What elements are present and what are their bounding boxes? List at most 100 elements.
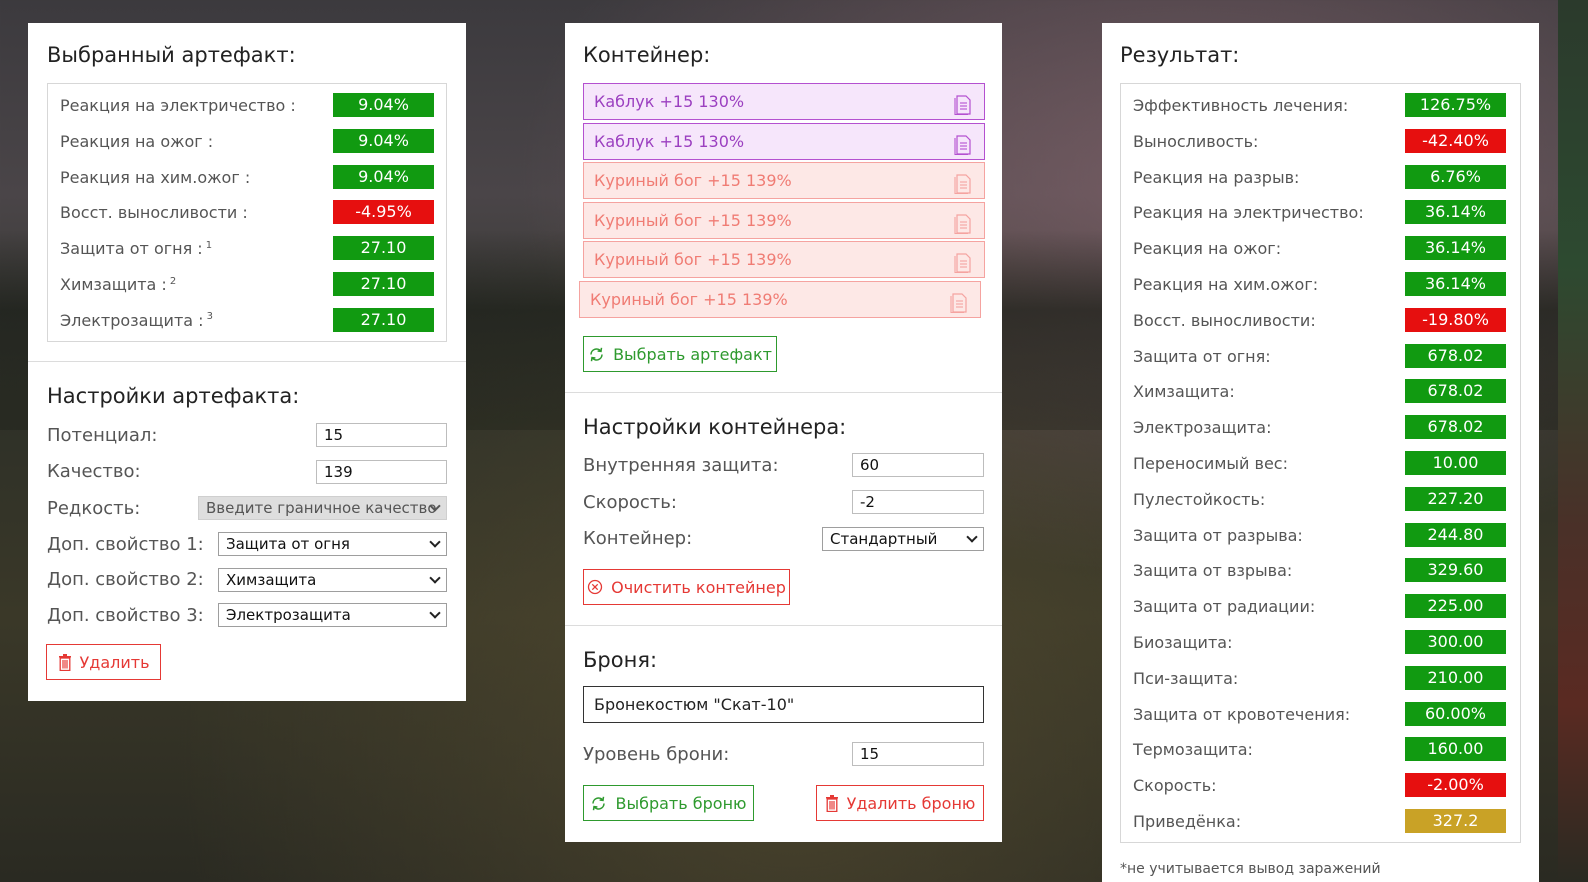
stat-label: Термозащита: bbox=[1133, 740, 1253, 759]
document-icon bbox=[954, 134, 971, 155]
selected-artifact-title: Выбранный артефакт: bbox=[47, 43, 296, 67]
stat-label: Восст. выносливости : bbox=[60, 203, 248, 222]
container-type-select[interactable]: Стандартный bbox=[822, 527, 984, 551]
stat-label: Защита от кровотечения: bbox=[1133, 705, 1350, 724]
divider bbox=[28, 361, 466, 362]
stat-row: Реакция на электричество : 9.04% bbox=[48, 93, 446, 117]
extra-property-2-select[interactable]: Химзащита bbox=[218, 568, 447, 592]
delete-artifact-button[interactable]: Удалить bbox=[46, 644, 161, 680]
stat-value: 329.60 bbox=[1405, 558, 1506, 583]
stat-label-text: Реакция на ожог : bbox=[60, 131, 214, 151]
document-icon bbox=[954, 213, 971, 234]
container-type-label: Контейнер: bbox=[583, 528, 693, 549]
refresh-icon bbox=[590, 347, 603, 361]
refresh-icon bbox=[592, 796, 606, 810]
armor-name: Бронекостюм "Скат-10" bbox=[594, 695, 795, 714]
container-slot-label: Куриный бог +15 139% bbox=[594, 250, 792, 269]
select-artifact-label: Выбрать артефакт bbox=[613, 344, 772, 364]
stat-value: -42.40% bbox=[1405, 128, 1506, 153]
stat-row: Эффективность лечения: 126.75% bbox=[1121, 93, 1520, 117]
stat-label-text: Химзащита: bbox=[1133, 382, 1235, 402]
stat-value: 244.80 bbox=[1405, 522, 1506, 547]
slot-info-button[interactable] bbox=[950, 290, 968, 325]
stat-label-text: Термозащита: bbox=[1133, 740, 1253, 760]
stat-label: Химзащита :2 bbox=[60, 275, 176, 294]
stat-label: Скорость: bbox=[1133, 776, 1217, 795]
stat-label: Пулестойкость: bbox=[1133, 490, 1265, 509]
delete-armor-button[interactable]: Удалить броню bbox=[816, 785, 984, 821]
extra-property-3-select[interactable]: Электрозащита bbox=[218, 603, 447, 627]
stat-label: Переносимый вес: bbox=[1133, 454, 1288, 473]
document-icon bbox=[954, 95, 971, 116]
document-icon bbox=[954, 253, 971, 274]
inner-protection-input[interactable] bbox=[852, 453, 984, 477]
trash-icon bbox=[58, 653, 71, 671]
select-armor-button[interactable]: Выбрать броню bbox=[583, 785, 754, 821]
rarity-select: Введите граничное качество bbox=[198, 496, 447, 520]
armor-name-field[interactable]: Бронекостюм "Скат-10" bbox=[583, 686, 984, 723]
result-panel: Результат: Эффективность лечения: 126.75%… bbox=[1102, 23, 1539, 882]
container-slot[interactable]: Куриный бог +15 139% bbox=[583, 241, 985, 278]
container-title: Контейнер: bbox=[583, 43, 711, 67]
stat-row: Восст. выносливости : -4.95% bbox=[48, 200, 446, 225]
stat-value: 9.04% bbox=[333, 128, 434, 153]
chevron-down-icon bbox=[429, 572, 441, 584]
stat-value: 36.14% bbox=[1405, 272, 1506, 296]
stat-label: Реакция на разрыв: bbox=[1133, 168, 1299, 187]
result-title: Результат: bbox=[1120, 43, 1240, 67]
extra-property-2-label: Доп. свойство 2: bbox=[47, 569, 204, 590]
stat-label-text: Пси-защита: bbox=[1133, 668, 1239, 688]
stat-value: 9.04% bbox=[333, 164, 434, 189]
stat-label-text: Защита от кровотечения: bbox=[1133, 704, 1351, 724]
potential-label: Потенциал: bbox=[47, 425, 158, 446]
select-artifact-button[interactable]: Выбрать артефакт bbox=[583, 336, 777, 372]
stat-label: Реакция на электричество: bbox=[1133, 203, 1364, 222]
stat-row: Реакция на ожог : 9.04% bbox=[48, 128, 446, 153]
stat-row: Пси-защита: 210.00 bbox=[1121, 665, 1520, 690]
extra-property-1-select[interactable]: Защита от огня bbox=[218, 532, 447, 556]
stat-value: -2.00% bbox=[1405, 773, 1506, 798]
chevron-down-icon bbox=[966, 531, 978, 543]
container-slot[interactable]: Каблук +15 130% bbox=[583, 122, 985, 160]
background-edge bbox=[1558, 0, 1588, 882]
stat-label-text: Скорость: bbox=[1133, 776, 1217, 796]
container-slot-label: Каблук +15 130% bbox=[594, 131, 745, 151]
stat-value: 210.00 bbox=[1405, 665, 1506, 690]
speed-input[interactable] bbox=[852, 490, 984, 514]
container-slot[interactable]: Куриный бог +15 139% bbox=[579, 280, 981, 318]
stat-label: Восст. выносливости: bbox=[1133, 311, 1316, 330]
stat-label: Электрозащита :3 bbox=[60, 311, 213, 330]
stat-label: Электрозащита: bbox=[1133, 418, 1271, 437]
stat-value: 160.00 bbox=[1405, 737, 1506, 762]
container-slot[interactable]: Куриный бог +15 139% bbox=[583, 162, 985, 199]
rarity-value: Введите граничное качество bbox=[206, 499, 437, 517]
potential-input[interactable] bbox=[316, 423, 447, 447]
container-panel: Контейнер: Каблук +15 130% Каблук +15 130… bbox=[565, 23, 1002, 842]
container-slot[interactable]: Куриный бог +15 139% bbox=[583, 201, 985, 239]
trash-icon bbox=[825, 794, 838, 812]
container-slot-label: Куриный бог +15 139% bbox=[594, 171, 792, 190]
stat-label-text: Выносливость: bbox=[1133, 131, 1259, 151]
stat-value: 9.04% bbox=[333, 93, 434, 117]
delete-armor-label: Удалить броню bbox=[846, 793, 976, 813]
stat-label-text: Защита от разрыва: bbox=[1133, 525, 1303, 545]
clear-container-button[interactable]: Очистить контейнер bbox=[583, 569, 790, 605]
quality-input[interactable] bbox=[316, 460, 447, 484]
extra-property-2-value: Химзащита bbox=[226, 571, 317, 589]
stat-row: Реакция на хим.ожог: 36.14% bbox=[1121, 272, 1520, 296]
stat-label-text: Приведёнка: bbox=[1133, 812, 1242, 831]
stat-value: 678.02 bbox=[1405, 343, 1506, 368]
container-slot[interactable]: Каблук +15 130% bbox=[583, 83, 985, 120]
stat-label: Реакция на хим.ожог : bbox=[60, 168, 250, 187]
stat-label-text: Реакция на электричество : bbox=[60, 96, 296, 115]
stat-row: Биозащита: 300.00 bbox=[1121, 630, 1520, 654]
extra-property-1-label: Доп. свойство 1: bbox=[47, 534, 204, 555]
stat-value: 225.00 bbox=[1405, 594, 1506, 619]
stat-label: Пси-защита: bbox=[1133, 669, 1238, 688]
stat-label: Приведёнка: bbox=[1133, 812, 1241, 831]
stat-label: Выносливость: bbox=[1133, 132, 1258, 151]
stat-row: Защита от разрыва: 244.80 bbox=[1121, 522, 1520, 547]
armor-level-input[interactable] bbox=[852, 742, 984, 766]
stat-row: Защита от взрыва: 329.60 bbox=[1121, 558, 1520, 583]
divider bbox=[565, 625, 1002, 626]
